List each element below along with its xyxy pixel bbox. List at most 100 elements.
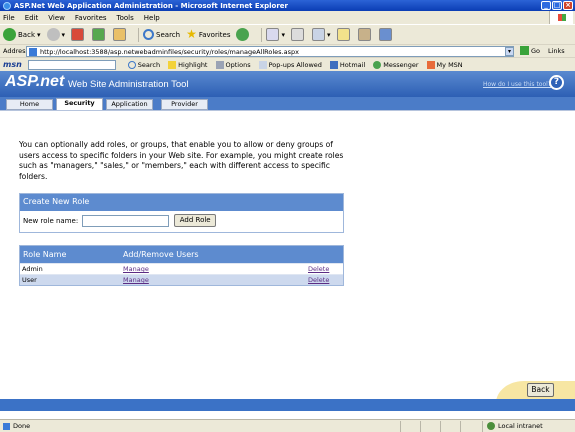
favorites-button[interactable]: ★ Favorites (186, 28, 231, 40)
msn-search-input[interactable] (27, 59, 116, 70)
security-zone: Local intranet (487, 422, 543, 430)
tab-provider[interactable]: Provider (161, 99, 208, 110)
stop-button[interactable] (71, 28, 86, 41)
intranet-icon (487, 422, 495, 430)
col-role-name: Role Name (23, 250, 67, 259)
address-dropdown-button[interactable]: ▾ (505, 47, 514, 56)
messenger-button[interactable]: Messenger (373, 60, 419, 69)
help-icon[interactable]: ? (549, 75, 564, 90)
minimize-button[interactable]: _ (541, 1, 551, 10)
notes-icon (336, 28, 350, 41)
forward-button[interactable]: ▾ (46, 28, 65, 41)
stop-icon (71, 28, 85, 41)
footer-band (0, 399, 575, 411)
print-icon (291, 28, 304, 41)
address-bar: Address http://localhost:3588/asp.netweb… (0, 44, 575, 57)
tab-application[interactable]: Application (106, 99, 153, 110)
create-role-panel: Create New Role New role name: Add Role (19, 193, 344, 233)
go-button[interactable]: Go (520, 46, 540, 55)
status-text: Done (13, 422, 31, 430)
history-icon (236, 28, 250, 41)
msn-search-button[interactable]: Search (127, 60, 160, 69)
menu-bar: File Edit View Favorites Tools Help (0, 11, 575, 24)
mymsn-button[interactable]: My MSN (426, 60, 463, 69)
menu-file[interactable]: File (3, 14, 15, 22)
highlight-button[interactable]: Highlight (168, 60, 208, 69)
popups-button[interactable]: Pop-ups Allowed (258, 60, 322, 69)
edit-button[interactable]: ▾ (312, 28, 331, 41)
zone-label: Local intranet (498, 422, 543, 430)
role-name-input[interactable] (82, 214, 170, 227)
delete-link[interactable]: Delete (308, 276, 329, 284)
favorites-label: Favorites (198, 30, 231, 39)
address-url: http://localhost:3588/asp.netwebadminfil… (40, 47, 299, 56)
back-arrow-icon (3, 28, 16, 41)
add-role-button[interactable]: Add Role (174, 214, 217, 227)
highlight-icon (168, 60, 177, 69)
go-arrow-icon (520, 46, 529, 55)
manage-link[interactable]: Manage (123, 265, 149, 273)
mail-button[interactable]: ▾ (266, 28, 285, 41)
tab-bar: Home Security Application Provider (0, 97, 575, 110)
search-label: Search (156, 30, 181, 39)
role-name-cell: User (22, 276, 37, 284)
research-button[interactable] (357, 28, 373, 41)
popup-icon (258, 60, 267, 69)
role-name-label: New role name: (23, 216, 79, 225)
window-controls: _ □ × (541, 1, 573, 10)
page-icon (3, 422, 10, 430)
hotmail-button[interactable]: Hotmail (329, 60, 365, 69)
msn-logo[interactable]: msn (3, 60, 22, 69)
messenger-icon (373, 60, 382, 69)
hotmail-icon (329, 60, 338, 69)
messenger-toolbar-button[interactable] (378, 28, 394, 41)
menu-help[interactable]: Help (144, 14, 160, 22)
research-icon (357, 28, 371, 41)
history-button[interactable] (236, 28, 251, 41)
help-link[interactable]: How do I use this tool? (483, 81, 551, 88)
refresh-button[interactable] (92, 28, 107, 41)
table-row: Admin Manage Delete (20, 263, 343, 274)
print-button[interactable] (291, 28, 306, 41)
search-icon (127, 60, 136, 69)
maximize-button[interactable]: □ (552, 1, 562, 10)
mail-icon (266, 28, 280, 41)
back-page-button[interactable]: Back (527, 383, 554, 397)
aspnet-logo: ASP.net (5, 73, 65, 90)
windows-flag-icon (549, 11, 573, 24)
options-icon (215, 60, 224, 69)
site-header: ASP.net Web Site Administration Tool How… (0, 71, 575, 97)
roles-table: Role Name Add/Remove Users Admin Manage … (19, 245, 344, 286)
address-input[interactable]: http://localhost:3588/asp.netwebadminfil… (26, 46, 514, 57)
search-icon (143, 29, 155, 40)
menu-favorites[interactable]: Favorites (75, 14, 107, 22)
manage-link[interactable]: Manage (123, 276, 149, 284)
ie-logo-icon (3, 1, 11, 10)
roles-table-header: Role Name Add/Remove Users (20, 246, 343, 263)
create-role-heading: Create New Role (20, 194, 343, 211)
title-bar: ASP.Net Web Application Administration -… (0, 0, 575, 11)
options-button[interactable]: Options (215, 60, 251, 69)
menu-view[interactable]: View (48, 14, 65, 22)
go-label: Go (531, 46, 541, 55)
search-button[interactable]: Search (143, 29, 180, 40)
menu-edit[interactable]: Edit (25, 14, 39, 22)
tab-home[interactable]: Home (6, 99, 53, 110)
menu-tools[interactable]: Tools (117, 14, 134, 22)
close-button[interactable]: × (563, 1, 573, 10)
role-name-cell: Admin (22, 265, 43, 273)
tab-security[interactable]: Security (56, 98, 103, 110)
home-button[interactable] (113, 28, 128, 41)
msn-toolbar: msn Search Highlight Options Pop-ups All… (0, 57, 575, 71)
status-bar: Done Local intranet (0, 419, 575, 432)
back-label: Back (18, 30, 35, 39)
links-button[interactable]: Links (548, 47, 565, 55)
standard-toolbar: Back ▾ ▾ Search ★ Favorites ▾ ▾ (0, 24, 575, 44)
address-label: Address (3, 47, 29, 55)
tab-underline (0, 110, 575, 115)
table-row: User Manage Delete (20, 274, 343, 285)
create-role-row: New role name: Add Role (20, 211, 343, 230)
notes-button[interactable] (336, 28, 352, 41)
back-button[interactable]: Back ▾ (3, 28, 41, 41)
delete-link[interactable]: Delete (308, 265, 329, 273)
